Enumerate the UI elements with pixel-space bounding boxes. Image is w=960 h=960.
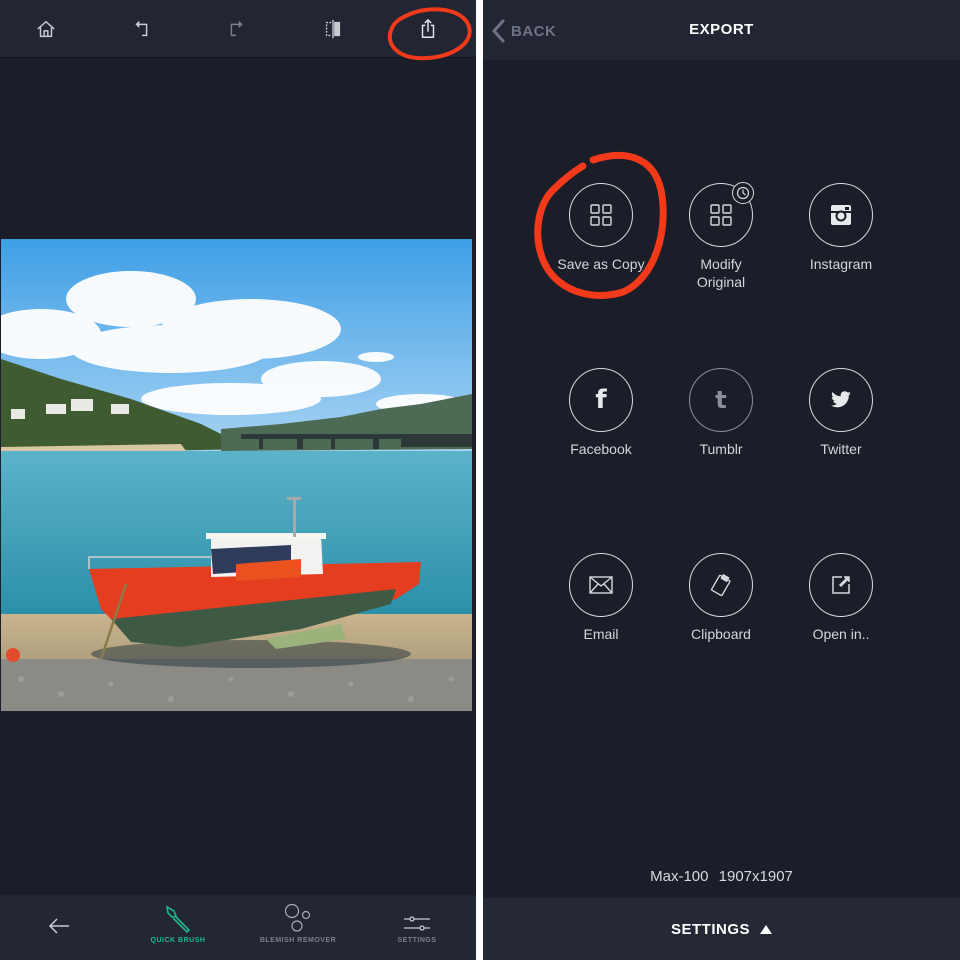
- tool-label: SETTINGS: [397, 937, 437, 944]
- envelope-icon: [589, 576, 613, 594]
- export-facebook[interactable]: f Facebook: [541, 368, 661, 458]
- grid-icon: [590, 204, 612, 226]
- export-header: BACK EXPORT: [483, 0, 960, 60]
- tumblr-icon: t: [715, 386, 727, 414]
- editor-toolbar: [0, 0, 476, 58]
- share-button[interactable]: [413, 14, 443, 44]
- tool-blemish-remover[interactable]: BLEMISH REMOVER: [258, 895, 338, 960]
- option-label: Save as Copy: [557, 256, 645, 272]
- export-panel: BACK EXPORT Save as Copy Modify Original…: [483, 0, 960, 960]
- compare-icon: [325, 19, 341, 39]
- brush-icon: [165, 905, 191, 933]
- home-icon: [37, 20, 55, 38]
- option-label: Facebook: [570, 441, 632, 457]
- export-save-as-copy[interactable]: Save as Copy: [541, 183, 661, 273]
- triangle-up-icon: [760, 924, 772, 934]
- home-button[interactable]: [31, 14, 61, 44]
- settings-label: SETTINGS: [670, 920, 750, 938]
- redo-icon: [230, 21, 243, 37]
- sliders-icon: [404, 916, 430, 931]
- page-title: EXPORT: [689, 21, 754, 38]
- export-modify-original[interactable]: Modify Original: [661, 182, 781, 291]
- editor-panel: QUICK BRUSH BLEMISH REMOVER SETTINGS: [0, 0, 476, 960]
- tool-label: QUICK BRUSH: [150, 937, 206, 944]
- back-arrow-icon: [48, 918, 69, 934]
- dimensions-value: 1907x1907: [718, 868, 793, 885]
- option-label: Clipboard: [691, 626, 751, 642]
- redo-button[interactable]: [221, 14, 251, 44]
- export-instagram[interactable]: Instagram: [781, 183, 901, 273]
- export-tumblr[interactable]: t Tumblr: [661, 368, 781, 458]
- option-label: Instagram: [809, 256, 873, 272]
- bubbles-icon: [284, 903, 311, 932]
- clipboard-icon: [710, 573, 731, 597]
- editor-bottom-bar: QUICK BRUSH BLEMISH REMOVER SETTINGS: [0, 895, 476, 960]
- export-twitter[interactable]: Twitter: [781, 368, 901, 458]
- edited-photo[interactable]: [1, 239, 472, 711]
- tool-settings[interactable]: SETTINGS: [392, 895, 442, 960]
- share-icon: [421, 19, 435, 38]
- undo-icon: [135, 21, 148, 37]
- boat-photo-illustration: [1, 239, 472, 711]
- option-label: Open in..: [812, 626, 870, 642]
- settings-toggle[interactable]: SETTINGS: [483, 898, 960, 960]
- open-in-icon: [832, 576, 850, 594]
- export-open-in[interactable]: Open in..: [781, 553, 901, 643]
- option-label: Tumblr: [699, 441, 743, 457]
- grid-icon: [710, 204, 732, 226]
- facebook-icon: f: [595, 385, 607, 415]
- export-info: Max-100 1907x1907: [483, 868, 960, 885]
- tool-label: BLEMISH REMOVER: [259, 937, 337, 944]
- tool-quick-brush[interactable]: QUICK BRUSH: [140, 895, 216, 960]
- instagram-icon: [831, 205, 851, 225]
- back-arrow-button[interactable]: [44, 895, 74, 960]
- clock-icon: [732, 182, 754, 204]
- export-email[interactable]: Email: [541, 553, 661, 643]
- undo-button[interactable]: [127, 14, 157, 44]
- quality-value: Max-100: [650, 868, 709, 885]
- twitter-icon: [831, 391, 851, 408]
- compare-button[interactable]: [318, 14, 348, 44]
- option-label: Email: [583, 626, 619, 642]
- option-label: Twitter: [820, 441, 862, 457]
- option-label: Modify Original: [696, 256, 746, 290]
- export-clipboard[interactable]: Clipboard: [661, 553, 781, 643]
